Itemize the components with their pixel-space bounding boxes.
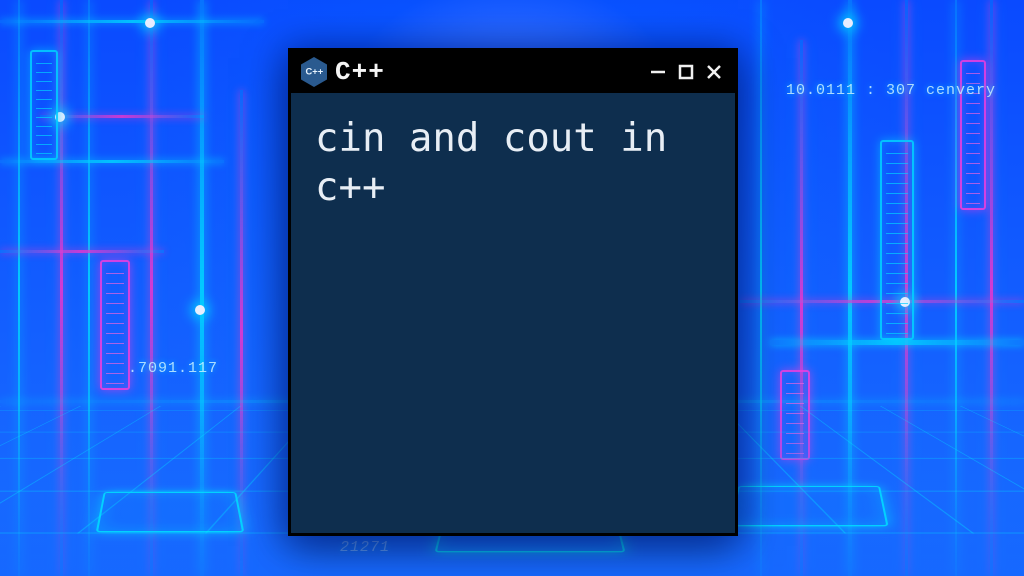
terminal-content: cin and cout in c++ [291,93,735,533]
window-controls [647,61,725,83]
minimize-button[interactable] [647,61,669,83]
cpp-icon: C++ [301,57,327,87]
close-button[interactable] [703,61,725,83]
cpp-icon-label: C++ [305,67,323,77]
terminal-window: C++ C++ cin and cout in c++ [288,48,738,536]
window-title: C++ [335,57,639,87]
titlebar[interactable]: C++ C++ [291,51,735,93]
minimize-icon [649,63,667,81]
decorative-text-left: .7091.117 [128,360,218,377]
maximize-icon [677,63,695,81]
decorative-text-top-right: 10.0111 : 307 cenvery [786,82,996,99]
close-icon [705,63,723,81]
maximize-button[interactable] [675,61,697,83]
